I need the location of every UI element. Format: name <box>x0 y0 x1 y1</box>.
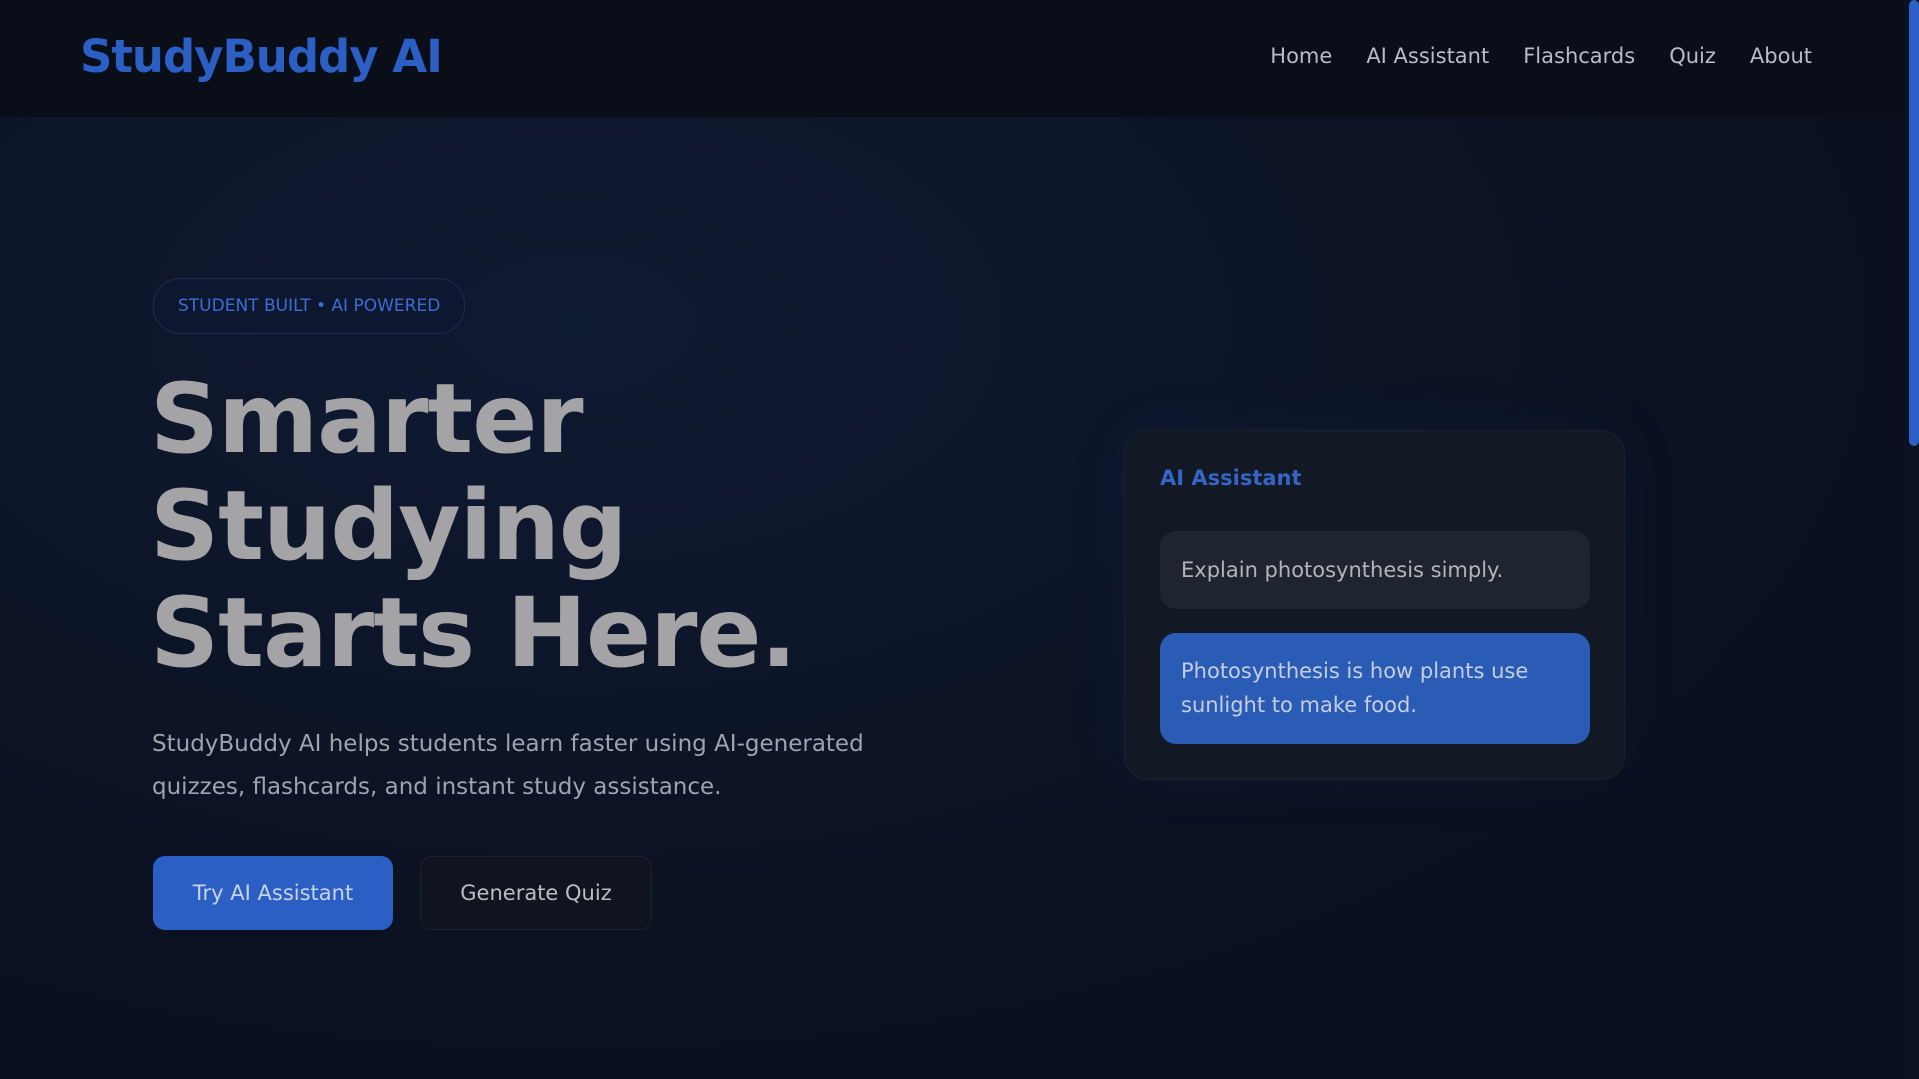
ai-response-bubble: Photosynthesis is how plants use sunligh… <box>1160 633 1590 744</box>
top-navbar: StudyBuddy AI Home AI Assistant Flashcar… <box>0 0 1904 117</box>
card-title: AI Assistant <box>1160 466 1302 490</box>
nav-link-flashcards[interactable]: Flashcards <box>1523 44 1635 68</box>
vertical-scrollbar[interactable] <box>1904 0 1919 1079</box>
hero-badge: STUDENT BUILT • AI POWERED <box>153 278 466 334</box>
nav-link-quiz[interactable]: Quiz <box>1669 44 1716 68</box>
page: StudyBuddy AI Home AI Assistant Flashcar… <box>0 0 1919 1079</box>
scrollbar-thumb[interactable] <box>1909 0 1919 446</box>
headline-line: Smarter <box>150 363 584 475</box>
try-ai-assistant-button[interactable]: Try AI Assistant <box>153 856 393 930</box>
generate-quiz-button[interactable]: Generate Quiz <box>420 856 652 930</box>
headline-line: Starts Here. <box>150 577 797 689</box>
hero-headline: Smarter Studying Starts Here. <box>150 363 797 689</box>
main-nav: Home AI Assistant Flashcards Quiz About <box>1270 44 1812 68</box>
nav-link-home[interactable]: Home <box>1270 44 1332 68</box>
hero-description: StudyBuddy AI helps students learn faste… <box>152 731 864 800</box>
nav-link-ai-assistant[interactable]: AI Assistant <box>1366 44 1489 68</box>
user-message-bubble: Explain photosynthesis simply. <box>1160 531 1590 609</box>
ai-assistant-card: AI Assistant Explain photosynthesis simp… <box>1124 430 1625 780</box>
nav-link-about[interactable]: About <box>1750 44 1812 68</box>
site-logo[interactable]: StudyBuddy AI <box>80 30 443 83</box>
headline-line: Studying <box>150 470 628 582</box>
